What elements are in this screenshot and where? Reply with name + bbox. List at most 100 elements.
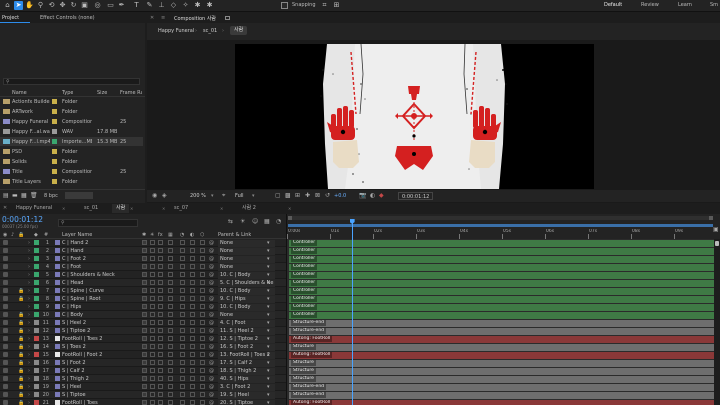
lock-panel-icon[interactable]: ≡ [161, 15, 165, 21]
comp-mini-flowchart-icon[interactable]: ⇆ [228, 218, 233, 225]
parent-pick-whip-icon[interactable]: @ [209, 272, 214, 278]
layer-switch[interactable] [150, 256, 155, 261]
new-folder-icon[interactable]: ▬ [12, 192, 18, 199]
snap-grid-icon[interactable]: ⊞ [332, 1, 341, 10]
panel-menu-icon[interactable] [225, 16, 230, 20]
layer-switch[interactable] [200, 384, 205, 389]
parent-pick-whip-icon[interactable]: @ [209, 320, 214, 326]
playhead[interactable] [349, 219, 355, 405]
visibility-toggle[interactable] [3, 368, 8, 373]
layer-switch[interactable] [190, 296, 195, 301]
close-tab-icon[interactable]: ✕ [220, 206, 223, 211]
parent-pick-whip-icon[interactable]: @ [209, 296, 214, 302]
layer-switch[interactable] [190, 368, 195, 373]
zoom-tool-icon[interactable]: ⚲ [36, 1, 45, 10]
layer-label-color[interactable] [34, 304, 39, 309]
label-swatch[interactable] [52, 149, 57, 154]
visibility-toggle[interactable] [3, 360, 8, 365]
layer-switch[interactable] [168, 352, 173, 357]
layer-switch[interactable] [200, 280, 205, 285]
layer-switch[interactable] [158, 352, 163, 357]
visibility-toggle[interactable] [3, 384, 8, 389]
roto-brush-tool-icon[interactable]: ✧ [181, 1, 190, 10]
layer-duration-bar[interactable]: Autorig: FootRoll [289, 399, 715, 405]
project-item[interactable]: Title Composition 25 [0, 167, 143, 176]
layer-switch[interactable] [150, 312, 155, 317]
close-icon[interactable]: ✕ [3, 205, 7, 211]
expand-arrow-icon[interactable]: › [28, 327, 30, 335]
column-size[interactable]: Size [97, 90, 107, 96]
visibility-toggle[interactable] [3, 248, 8, 253]
layer-name[interactable]: C | Foot [62, 264, 140, 270]
resolution-dropdown[interactable]: Full [235, 193, 244, 199]
project-item[interactable]: PSD Folder [0, 147, 143, 156]
layer-switch[interactable] [200, 304, 205, 309]
lock-icon[interactable]: 🔒 [18, 376, 24, 382]
layer-label-color[interactable] [34, 352, 39, 357]
label-swatch[interactable] [52, 119, 57, 124]
layer-switch[interactable] [158, 296, 163, 301]
layer-row[interactable]: 🔒 › 13 FootRoll | Toes 2 @12. S | Tiptoe 2 ▾ [0, 335, 286, 343]
layer-row[interactable]: 🔒 › 19 S | Heel @3. C | Foot 2 ▾ [0, 383, 286, 391]
workspace-default[interactable]: Default [604, 2, 622, 8]
layer-switch[interactable] [142, 248, 147, 253]
layer-switch[interactable] [200, 312, 205, 317]
rectangle-tool-icon[interactable]: ▭ [106, 1, 115, 10]
layer-switch[interactable] [142, 256, 147, 261]
new-composition-icon[interactable]: ▦ [21, 192, 27, 199]
layer-switch[interactable] [158, 248, 163, 253]
layer-switch[interactable] [200, 264, 205, 269]
show-snapshot-icon[interactable]: ◐ [370, 192, 375, 199]
layer-switch[interactable] [142, 400, 147, 405]
layer-switch[interactable] [150, 368, 155, 373]
parent-pick-whip-icon[interactable]: @ [209, 368, 214, 374]
layer-switch[interactable] [158, 288, 163, 293]
column-name[interactable]: Name [12, 90, 27, 96]
layer-row[interactable]: › 6 C | Head @5. C | Shoulders & Ne ▾ [0, 279, 286, 287]
layer-switch[interactable] [200, 360, 205, 365]
expand-arrow-icon[interactable]: › [28, 263, 30, 271]
layer-switch[interactable] [150, 328, 155, 333]
layer-switch[interactable] [190, 400, 195, 405]
hand-tool-icon[interactable]: ✋ [25, 1, 34, 10]
tab-project[interactable]: Project [2, 15, 19, 21]
layer-duration-bar[interactable]: Controller [289, 311, 715, 319]
layer-row[interactable]: 🔒 › 14 S | Toes 2 @16. S | Foot 2 ▾ [0, 343, 286, 351]
layer-switch[interactable] [190, 328, 195, 333]
layer-switch[interactable] [190, 384, 195, 389]
expand-arrow-icon[interactable]: › [28, 359, 30, 367]
layer-switch[interactable] [142, 368, 147, 373]
layer-row[interactable]: 🔒 › 11 S | Heel 2 @4. C | Foot ▾ [0, 319, 286, 327]
layer-switch[interactable] [158, 312, 163, 317]
layer-name[interactable]: C | Spine | Root [62, 296, 140, 302]
layer-switch[interactable] [168, 384, 173, 389]
layer-duration-bar[interactable]: Controller [289, 239, 715, 247]
parent-pick-whip-icon[interactable]: @ [209, 240, 214, 246]
layer-label-color[interactable] [34, 368, 39, 373]
visibility-toggle[interactable] [3, 336, 8, 341]
layer-switch[interactable] [200, 248, 205, 253]
parent-pick-whip-icon[interactable]: @ [209, 344, 214, 350]
layer-switch[interactable] [190, 344, 195, 349]
expand-arrow-icon[interactable]: › [28, 295, 30, 303]
workspace-learn[interactable]: Learn [678, 2, 692, 8]
layer-switch[interactable] [142, 392, 147, 397]
layer-switch[interactable] [180, 248, 185, 253]
layer-switch[interactable] [200, 400, 205, 405]
close-icon[interactable]: ✕ [150, 15, 154, 21]
parent-pick-whip-icon[interactable]: @ [209, 288, 214, 294]
layer-name[interactable]: C | Hips [62, 304, 140, 310]
layer-label-color[interactable] [34, 264, 39, 269]
layer-switch[interactable] [150, 384, 155, 389]
workspace-review[interactable]: Review [641, 2, 659, 8]
layer-switch[interactable] [168, 312, 173, 317]
expand-arrow-icon[interactable]: › [28, 247, 30, 255]
layer-row[interactable]: 🔒 › 8 C | Spine | Root @9. C | Hips ▾ [0, 295, 286, 303]
selection-tool-icon[interactable]: ➤ [14, 1, 23, 10]
expand-arrow-icon[interactable]: › [28, 311, 30, 319]
label-swatch[interactable] [52, 129, 57, 134]
expand-arrow-icon[interactable]: › [28, 375, 30, 383]
pen-tool-icon[interactable]: ✒ [117, 1, 126, 10]
flowchart-button[interactable] [65, 192, 93, 199]
layer-switch[interactable] [168, 376, 173, 381]
